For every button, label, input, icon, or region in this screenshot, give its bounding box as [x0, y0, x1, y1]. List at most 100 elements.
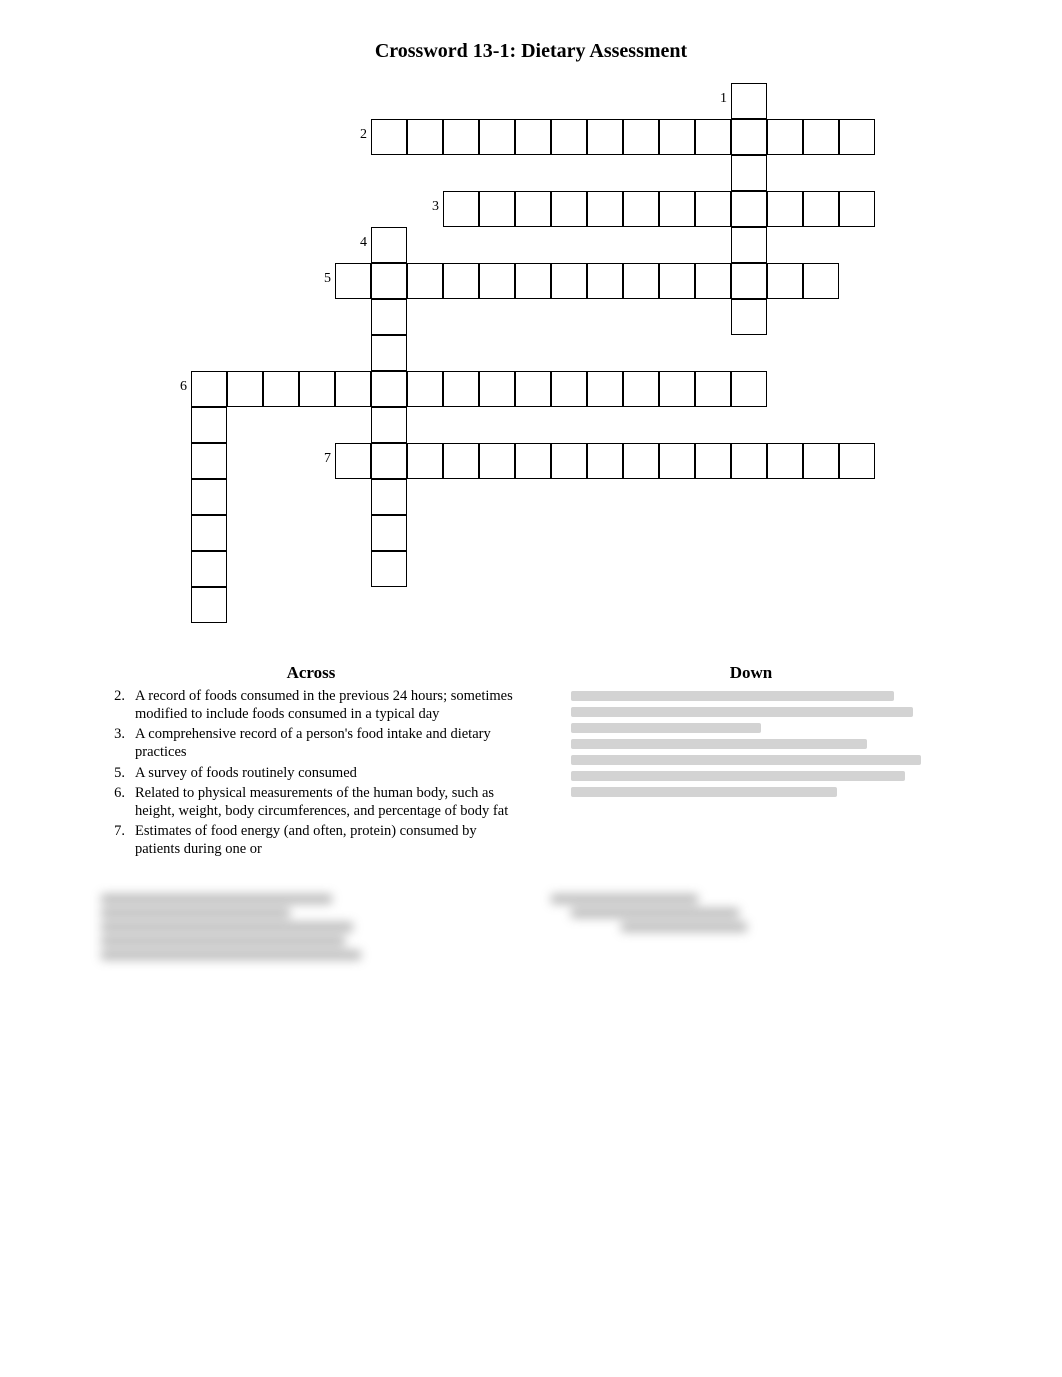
crossword-cell[interactable]	[263, 371, 299, 407]
crossword-cell[interactable]	[551, 191, 587, 227]
clue-number: 6.	[101, 784, 125, 820]
crossword-cell[interactable]	[371, 263, 407, 299]
crossword-cell[interactable]	[695, 371, 731, 407]
page-title: Crossword 13-1: Dietary Assessment	[80, 40, 982, 63]
crossword-cell[interactable]	[551, 443, 587, 479]
crossword-cell[interactable]	[407, 263, 443, 299]
crossword-cell[interactable]	[587, 263, 623, 299]
crossword-cell[interactable]	[767, 191, 803, 227]
crossword-cell[interactable]	[335, 371, 371, 407]
down-blurred-content	[571, 691, 951, 803]
crossword-cell[interactable]	[371, 443, 407, 479]
crossword-cell[interactable]	[515, 191, 551, 227]
crossword-cell[interactable]	[515, 119, 551, 155]
crossword-cell[interactable]	[731, 299, 767, 335]
crossword-cell[interactable]	[515, 443, 551, 479]
crossword-cell[interactable]	[695, 263, 731, 299]
crossword-cell[interactable]	[371, 299, 407, 335]
crossword-cell[interactable]	[191, 407, 227, 443]
crossword-cell[interactable]	[407, 119, 443, 155]
crossword-cell[interactable]	[731, 443, 767, 479]
crossword-cell[interactable]	[443, 119, 479, 155]
crossword-cell[interactable]	[551, 371, 587, 407]
crossword-cell[interactable]	[443, 443, 479, 479]
crossword-cell[interactable]	[335, 263, 371, 299]
crossword-cell[interactable]	[623, 263, 659, 299]
crossword-cell[interactable]	[371, 227, 407, 263]
crossword-cell[interactable]	[731, 371, 767, 407]
crossword-cell[interactable]	[371, 371, 407, 407]
crossword-cell[interactable]	[767, 119, 803, 155]
crossword-cell[interactable]	[803, 443, 839, 479]
crossword-cell[interactable]	[767, 443, 803, 479]
crossword-cell[interactable]	[479, 191, 515, 227]
crossword-cell[interactable]	[695, 443, 731, 479]
crossword-cell[interactable]	[479, 443, 515, 479]
clue-item: 6.Related to physical measurements of th…	[101, 784, 521, 820]
crossword-cell[interactable]	[587, 371, 623, 407]
crossword-cell[interactable]	[839, 443, 875, 479]
crossword-cell[interactable]	[803, 119, 839, 155]
crossword-cell[interactable]	[191, 515, 227, 551]
clue-number-label: 5	[311, 271, 331, 287]
clue-text: Estimates of food energy (and often, pro…	[135, 822, 521, 858]
crossword-cell[interactable]	[407, 443, 443, 479]
crossword-cell[interactable]	[659, 119, 695, 155]
crossword-cell[interactable]	[587, 119, 623, 155]
crossword-cell[interactable]	[335, 443, 371, 479]
crossword-cell[interactable]	[371, 479, 407, 515]
crossword-cell[interactable]	[731, 263, 767, 299]
crossword-cell[interactable]	[551, 263, 587, 299]
crossword-cell[interactable]	[191, 371, 227, 407]
crossword-cell[interactable]	[479, 371, 515, 407]
crossword-cell[interactable]	[659, 443, 695, 479]
crossword-cell[interactable]	[227, 371, 263, 407]
crossword-cell[interactable]	[299, 371, 335, 407]
crossword-cell[interactable]	[371, 335, 407, 371]
crossword-cell[interactable]	[371, 119, 407, 155]
crossword-cell[interactable]	[731, 191, 767, 227]
crossword-cell[interactable]	[659, 191, 695, 227]
crossword-cell[interactable]	[191, 551, 227, 587]
crossword-cell[interactable]	[479, 119, 515, 155]
crossword-cell[interactable]	[191, 479, 227, 515]
crossword-cell[interactable]	[443, 191, 479, 227]
crossword-cell[interactable]	[515, 371, 551, 407]
across-header: Across	[101, 663, 521, 683]
crossword-cell[interactable]	[443, 371, 479, 407]
crossword-cell[interactable]	[695, 191, 731, 227]
crossword-cell[interactable]	[371, 515, 407, 551]
crossword-cell[interactable]	[839, 191, 875, 227]
crossword-cell[interactable]	[731, 227, 767, 263]
crossword-cell[interactable]	[407, 371, 443, 407]
crossword-cell[interactable]	[587, 191, 623, 227]
crossword-cell[interactable]	[371, 551, 407, 587]
crossword-cell[interactable]	[767, 263, 803, 299]
crossword-cell[interactable]	[479, 263, 515, 299]
clue-item: 7.Estimates of food energy (and often, p…	[101, 822, 521, 858]
crossword-cell[interactable]	[623, 191, 659, 227]
crossword-cell[interactable]	[659, 263, 695, 299]
crossword-cell[interactable]	[803, 191, 839, 227]
crossword-cell[interactable]	[443, 263, 479, 299]
crossword-cell[interactable]	[191, 587, 227, 623]
crossword-cell[interactable]	[551, 119, 587, 155]
crossword-cell[interactable]	[623, 119, 659, 155]
crossword-cell[interactable]	[731, 155, 767, 191]
crossword-cell[interactable]	[731, 83, 767, 119]
crossword-cell[interactable]	[659, 371, 695, 407]
crossword-cell[interactable]	[731, 119, 767, 155]
down-header: Down	[541, 663, 961, 683]
clue-text: A comprehensive record of a person's foo…	[135, 725, 521, 761]
crossword-cell[interactable]	[695, 119, 731, 155]
crossword-cell[interactable]	[803, 263, 839, 299]
crossword-cell[interactable]	[515, 263, 551, 299]
crossword-cell[interactable]	[839, 119, 875, 155]
crossword-cell[interactable]	[191, 443, 227, 479]
crossword-cell[interactable]	[587, 443, 623, 479]
crossword-cell[interactable]	[623, 443, 659, 479]
across-column: Across 2.A record of foods consumed in t…	[101, 663, 521, 860]
across-clue-list: 2.A record of foods consumed in the prev…	[101, 687, 521, 858]
crossword-cell[interactable]	[371, 407, 407, 443]
crossword-cell[interactable]	[623, 371, 659, 407]
